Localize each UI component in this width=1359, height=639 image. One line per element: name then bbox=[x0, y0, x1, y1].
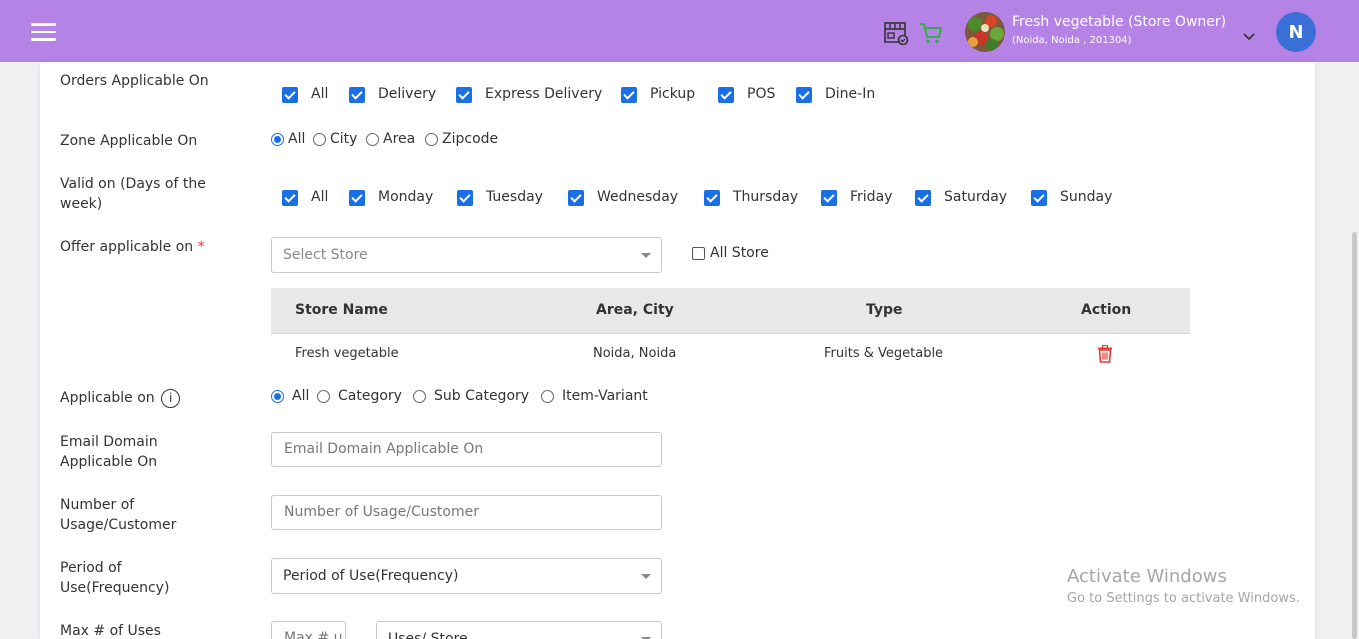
checkbox-orders-pickup[interactable] bbox=[621, 87, 637, 103]
checkbox-label: Thursday bbox=[733, 189, 799, 205]
checkbox-label: Wednesday bbox=[597, 189, 679, 205]
period-use-select[interactable]: Period of Use(Frequency) bbox=[271, 558, 662, 594]
checkbox-day-sunday[interactable] bbox=[1031, 190, 1047, 206]
valid-days-label-2: week) bbox=[60, 196, 103, 212]
radio-label: All bbox=[292, 388, 310, 404]
radio-label: Area bbox=[383, 131, 416, 147]
required-mark: * bbox=[197, 239, 205, 255]
activate-windows-title: Activate Windows bbox=[1067, 566, 1227, 587]
checkbox-day-saturday[interactable] bbox=[915, 190, 931, 206]
radio-applicable-item-variant[interactable] bbox=[541, 390, 554, 403]
form-card bbox=[40, 62, 1315, 639]
radio-label: All bbox=[288, 131, 306, 147]
store-name[interactable]: Fresh vegetable (Store Owner) bbox=[1012, 14, 1226, 30]
store-select[interactable]: Select Store bbox=[271, 237, 662, 273]
max-uses-label: Max # of Uses bbox=[60, 623, 161, 639]
max-uses-input[interactable]: Max # u bbox=[271, 621, 346, 639]
trash-icon[interactable] bbox=[1097, 344, 1113, 363]
table-cell-area-city: Noida, Noida bbox=[593, 346, 677, 361]
checkbox-label: Tuesday bbox=[486, 189, 543, 205]
radio-zone-city[interactable] bbox=[313, 133, 326, 146]
column-header-store-name: Store Name bbox=[295, 302, 388, 318]
uses-store-value: Uses/ Store bbox=[388, 631, 468, 639]
store-table-header bbox=[271, 288, 1190, 334]
menu-icon[interactable] bbox=[31, 23, 56, 41]
checkbox-label: Sunday bbox=[1060, 189, 1113, 205]
top-bar: Fresh vegetable (Store Owner) (Noida, No… bbox=[0, 0, 1359, 62]
radio-zone-all[interactable] bbox=[271, 133, 284, 146]
table-cell-type: Fruits & Vegetable bbox=[824, 346, 944, 361]
activate-windows-subtitle: Go to Settings to activate Windows. bbox=[1067, 591, 1300, 606]
column-header-area-city: Area, City bbox=[596, 302, 674, 318]
checkbox-day-thursday[interactable] bbox=[704, 190, 720, 206]
radio-zone-zipcode[interactable] bbox=[425, 133, 438, 146]
checkbox-day-monday[interactable] bbox=[349, 190, 365, 206]
uses-store-select[interactable]: Uses/ Store bbox=[376, 621, 662, 639]
checkbox-day-friday[interactable] bbox=[821, 190, 837, 206]
radio-zone-area[interactable] bbox=[366, 133, 379, 146]
all-store-label: All Store bbox=[710, 245, 769, 261]
radio-label: City bbox=[330, 131, 358, 147]
store-avatar bbox=[965, 12, 1005, 52]
checkbox-label: Monday bbox=[378, 189, 434, 205]
orders-applicable-label: Orders Applicable On bbox=[60, 73, 209, 89]
usage-customer-label: Number of bbox=[60, 497, 135, 513]
zone-applicable-label: Zone Applicable On bbox=[60, 133, 198, 149]
store-icon[interactable] bbox=[883, 20, 909, 46]
table-cell-store-name: Fresh vegetable bbox=[295, 346, 399, 361]
radio-applicable-category[interactable] bbox=[317, 390, 330, 403]
checkbox-label: Delivery bbox=[378, 86, 437, 102]
checkbox-day-wednesday[interactable] bbox=[568, 190, 584, 206]
radio-label: Category bbox=[338, 388, 402, 404]
checkbox-label: POS bbox=[747, 86, 776, 102]
checkbox-label: All bbox=[311, 86, 329, 102]
cart-icon[interactable] bbox=[918, 20, 944, 46]
checkbox-label: Pickup bbox=[650, 86, 696, 102]
checkbox-label: All bbox=[311, 189, 329, 205]
checkbox-day-all[interactable] bbox=[282, 190, 298, 206]
usage-customer-label-2: Usage/Customer bbox=[60, 517, 177, 533]
checkbox-label: Express Delivery bbox=[485, 86, 603, 102]
email-domain-label-2: Applicable On bbox=[60, 454, 158, 470]
checkbox-orders-all[interactable] bbox=[282, 87, 298, 103]
period-use-label: Period of bbox=[60, 560, 122, 576]
radio-label: Item-Variant bbox=[562, 388, 648, 404]
checkbox-orders-pos[interactable] bbox=[718, 87, 734, 103]
offer-applicable-label: Offer applicable on * bbox=[60, 239, 205, 255]
checkbox-label: Saturday bbox=[944, 189, 1008, 205]
chevron-down-icon[interactable] bbox=[1242, 27, 1256, 41]
dropdown-caret-icon bbox=[641, 574, 651, 579]
period-use-value: Period of Use(Frequency) bbox=[283, 568, 459, 584]
period-use-label-2: Use(Frequency) bbox=[60, 580, 170, 596]
email-domain-input[interactable]: Email Domain Applicable On bbox=[271, 432, 662, 467]
radio-applicable-sub-category[interactable] bbox=[413, 390, 426, 403]
user-avatar[interactable]: N bbox=[1276, 12, 1316, 52]
info-icon[interactable]: i bbox=[161, 388, 181, 408]
dropdown-caret-icon bbox=[641, 253, 651, 258]
radio-applicable-all[interactable] bbox=[271, 390, 284, 403]
checkbox-day-tuesday[interactable] bbox=[457, 190, 473, 206]
column-header-type: Type bbox=[866, 302, 903, 318]
column-header-action: Action bbox=[1081, 302, 1132, 318]
applicable-on-label: Applicable on i bbox=[60, 388, 181, 408]
checkbox-orders-dine-in[interactable] bbox=[796, 87, 812, 103]
store-select-placeholder: Select Store bbox=[283, 247, 368, 263]
email-domain-label: Email Domain bbox=[60, 434, 158, 450]
scrollbar[interactable] bbox=[1352, 232, 1357, 639]
radio-label: Zipcode bbox=[442, 131, 499, 147]
all-store-checkbox[interactable] bbox=[692, 247, 705, 260]
store-address: (Noida, Noida , 201304) bbox=[1012, 35, 1132, 46]
usage-customer-input[interactable]: Number of Usage/Customer bbox=[271, 495, 662, 530]
checkbox-orders-delivery[interactable] bbox=[349, 87, 365, 103]
checkbox-orders-express-delivery[interactable] bbox=[456, 87, 472, 103]
radio-label: Sub Category bbox=[434, 388, 530, 404]
checkbox-label: Dine-In bbox=[825, 86, 876, 102]
checkbox-label: Friday bbox=[850, 189, 893, 205]
valid-days-label: Valid on (Days of the bbox=[60, 176, 206, 192]
